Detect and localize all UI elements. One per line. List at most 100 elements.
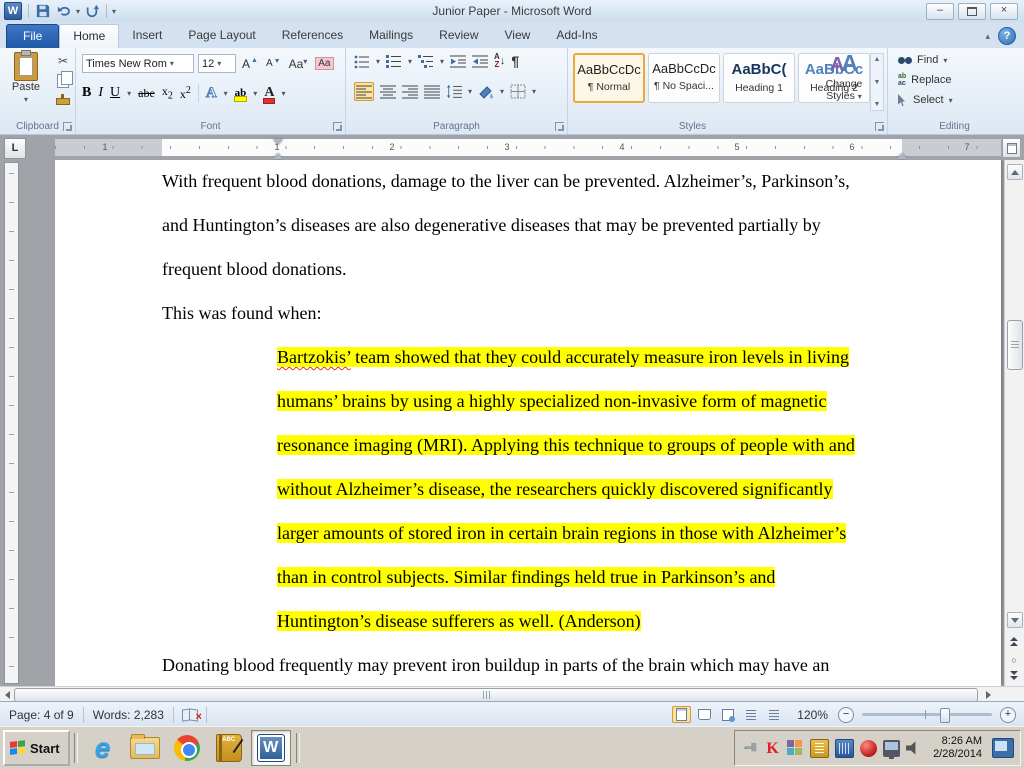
justify-button[interactable] bbox=[424, 84, 440, 99]
text-highlight-button[interactable]: ab bbox=[235, 87, 247, 99]
tab-page-layout[interactable]: Page Layout bbox=[175, 24, 268, 48]
network-tray-icon[interactable] bbox=[883, 740, 900, 757]
increase-indent-icon[interactable] bbox=[472, 54, 488, 69]
grow-font-button[interactable]: A▲ bbox=[240, 57, 260, 71]
borders-button[interactable] bbox=[510, 84, 526, 99]
select-dropdown-icon[interactable]: ▾ bbox=[949, 96, 953, 105]
select-button[interactable]: Select▾ bbox=[898, 94, 953, 106]
minimize-button[interactable]: – bbox=[926, 3, 954, 20]
outline-view-button[interactable] bbox=[741, 706, 760, 723]
copy-icon[interactable] bbox=[57, 74, 69, 88]
text-line[interactable]: This was found when: bbox=[162, 303, 321, 324]
scroll-up-arrow[interactable] bbox=[1007, 164, 1023, 180]
subscript-button[interactable]: x2 bbox=[162, 84, 173, 101]
zoom-out-button[interactable]: − bbox=[838, 707, 854, 723]
tab-selector-button[interactable]: L bbox=[4, 138, 26, 159]
undo-button[interactable] bbox=[55, 2, 73, 20]
font-size-dropdown-icon[interactable]: ▾ bbox=[217, 59, 221, 68]
styles-scroll-down-icon[interactable]: ▼ bbox=[874, 79, 881, 86]
font-color-dropdown-icon[interactable]: ▾ bbox=[281, 89, 285, 98]
bullets-dropdown-icon[interactable]: ▾ bbox=[376, 57, 380, 66]
word-app-icon[interactable]: W bbox=[4, 2, 22, 20]
draft-view-button[interactable] bbox=[764, 706, 783, 723]
hanging-indent-marker[interactable] bbox=[273, 153, 283, 159]
multilevel-dropdown-icon[interactable]: ▾ bbox=[440, 57, 444, 66]
format-painter-icon[interactable] bbox=[56, 98, 70, 105]
change-styles-dropdown-icon[interactable]: ▾ bbox=[858, 92, 862, 101]
chrome-icon[interactable] bbox=[167, 730, 207, 766]
font-dialog-launcher[interactable] bbox=[333, 122, 342, 131]
underline-dropdown-icon[interactable]: ▾ bbox=[127, 89, 131, 98]
tab-view[interactable]: View bbox=[492, 24, 544, 48]
highlighted-text-line[interactable]: humans’ brains by using a highly special… bbox=[277, 391, 827, 412]
numbering-dropdown-icon[interactable]: ▾ bbox=[408, 57, 412, 66]
blue-chip-tray-icon[interactable] bbox=[835, 739, 854, 758]
align-right-button[interactable] bbox=[402, 84, 418, 99]
restore-button[interactable] bbox=[958, 3, 986, 20]
zoom-in-button[interactable]: + bbox=[1000, 707, 1016, 723]
multilevel-list-icon[interactable] bbox=[418, 54, 434, 69]
strikethrough-button[interactable]: abe bbox=[138, 86, 155, 101]
font-size-combo[interactable]: 12▾ bbox=[198, 54, 236, 73]
borders-dropdown-icon[interactable]: ▾ bbox=[532, 87, 536, 96]
style-card-h1[interactable]: AaBbC(Heading 1 bbox=[723, 53, 795, 103]
line-spacing-button[interactable] bbox=[446, 84, 462, 99]
paste-dropdown-icon[interactable]: ▾ bbox=[24, 95, 28, 104]
fullscreen-reading-view-button[interactable] bbox=[695, 706, 714, 723]
text-line[interactable]: Donating blood frequently may prevent ir… bbox=[162, 655, 829, 676]
bullets-icon[interactable] bbox=[354, 54, 370, 69]
word-task-button[interactable]: W bbox=[251, 730, 291, 766]
zoom-level[interactable]: 120% bbox=[797, 708, 828, 722]
underline-button[interactable]: U bbox=[110, 85, 120, 101]
undo-dropdown-icon[interactable]: ▾ bbox=[76, 7, 80, 16]
align-center-button[interactable] bbox=[380, 84, 396, 99]
spellcheck-icon[interactable]: × bbox=[182, 709, 198, 720]
paragraph-dialog-launcher[interactable] bbox=[555, 122, 564, 131]
font-color-button[interactable]: A bbox=[264, 85, 274, 101]
shading-dropdown-icon[interactable]: ▾ bbox=[500, 87, 504, 96]
paste-button[interactable]: Paste ▾ bbox=[6, 52, 46, 114]
save-button[interactable] bbox=[34, 2, 52, 20]
align-left-button[interactable] bbox=[354, 82, 374, 101]
tab-insert[interactable]: Insert bbox=[119, 24, 175, 48]
styles-more-icon[interactable]: ▼ bbox=[874, 101, 881, 108]
dictionary-icon[interactable]: ABC bbox=[209, 730, 249, 766]
tab-mailings[interactable]: Mailings bbox=[356, 24, 426, 48]
help-icon[interactable]: ? bbox=[998, 27, 1016, 45]
styles-scroll-up-icon[interactable]: ▲ bbox=[874, 56, 881, 63]
numbering-icon[interactable] bbox=[386, 54, 402, 69]
shading-button[interactable] bbox=[478, 84, 494, 99]
show-hide-pilcrow-button[interactable]: ¶ bbox=[511, 53, 519, 69]
find-button[interactable]: Find▾ bbox=[898, 54, 953, 66]
tab-add-ins[interactable]: Add-Ins bbox=[543, 24, 610, 48]
vertical-scroll-thumb[interactable] bbox=[1007, 320, 1023, 370]
italic-button[interactable]: I bbox=[98, 85, 103, 101]
select-browse-object-button[interactable]: ○ bbox=[1007, 652, 1021, 667]
file-explorer-icon[interactable] bbox=[125, 730, 165, 766]
line-spacing-dropdown-icon[interactable]: ▾ bbox=[468, 87, 472, 96]
ruler-band[interactable]: 1 1234567 bbox=[55, 139, 1001, 156]
print-layout-view-button[interactable] bbox=[672, 706, 691, 723]
style-card-nospace[interactable]: AaBbCcDc¶ No Spaci... bbox=[648, 53, 720, 103]
superscript-button[interactable]: x2 bbox=[180, 85, 191, 102]
internet-explorer-icon[interactable]: e bbox=[83, 730, 123, 766]
highlighted-text-line[interactable]: Huntington’s disease sufferers as well. … bbox=[277, 611, 641, 632]
highlighted-text-line[interactable]: larger amounts of stored iron in certain… bbox=[277, 523, 846, 544]
page-indicator[interactable]: Page: 4 of 9 bbox=[0, 708, 83, 722]
close-button[interactable]: × bbox=[990, 3, 1018, 20]
cut-icon[interactable]: ✂ bbox=[55, 54, 71, 68]
misspelled-word[interactable]: Bartzokis’ bbox=[277, 347, 351, 367]
sort-button[interactable]: AZ↓ bbox=[494, 53, 505, 69]
kaspersky-icon[interactable]: K bbox=[764, 740, 781, 757]
text-effects-dropdown-icon[interactable]: ▾ bbox=[224, 89, 228, 98]
change-styles-button[interactable]: AA ChangeStyles ▾ bbox=[820, 50, 868, 103]
zoom-slider[interactable] bbox=[862, 713, 992, 716]
horizontal-scrollbar[interactable] bbox=[0, 686, 1024, 702]
shrink-font-button[interactable]: A▼ bbox=[264, 58, 283, 69]
web-layout-view-button[interactable] bbox=[718, 706, 737, 723]
horizontal-scroll-thumb[interactable] bbox=[14, 688, 978, 702]
gold-card-tray-icon[interactable] bbox=[810, 739, 829, 758]
tab-home[interactable]: Home bbox=[59, 24, 119, 48]
change-case-button[interactable]: Aa▾ bbox=[287, 57, 310, 71]
replace-button[interactable]: abacReplace bbox=[898, 73, 953, 87]
